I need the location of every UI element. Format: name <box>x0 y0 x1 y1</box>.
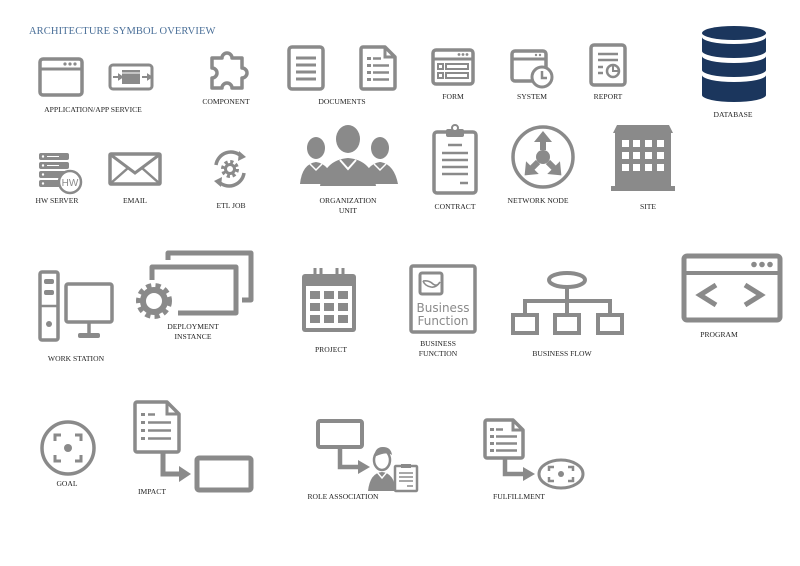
label-contract: CONTRACT <box>434 202 476 211</box>
label-impact: IMPACT <box>138 487 166 496</box>
label-component: COMPONENT <box>202 97 250 106</box>
hierarchy-flow-icon <box>510 270 628 338</box>
label-form: FORM <box>442 92 464 101</box>
label-etl-job: ETL JOB <box>216 201 246 210</box>
business-function-icon-text-1: Business <box>417 301 470 315</box>
label-system: SYSTEM <box>517 92 547 101</box>
calendar-icon <box>300 264 358 334</box>
gear-cycle-icon <box>208 147 252 191</box>
label-documents: DOCUMENTS <box>318 97 366 106</box>
gear-windows-icon <box>132 250 256 324</box>
document-list-icon <box>359 45 397 91</box>
puzzle-piece-icon <box>208 46 254 92</box>
label-role-association: ROLE ASSOCIATION <box>307 492 379 501</box>
label-organization-unit-line2: UNIT <box>338 205 358 215</box>
desktop-computer-icon <box>38 270 116 344</box>
label-organization-unit: ORGANIZATION UNIT <box>320 196 377 215</box>
hw-badge-text: HW <box>62 178 79 189</box>
label-deployment-instance: DEPLOYMENT INSTANCE <box>167 322 218 341</box>
people-group-icon <box>300 124 398 186</box>
form-window-icon <box>431 48 475 86</box>
clipboard-icon <box>432 124 478 195</box>
label-deployment-instance-line1: DEPLOYMENT <box>167 322 219 331</box>
server-stack-icon: HW <box>37 152 85 195</box>
label-database: DATABASE <box>713 110 753 119</box>
envelope-icon <box>108 152 162 186</box>
business-function-icon: Business Function <box>409 264 477 334</box>
document-lines-icon <box>287 45 325 91</box>
label-program: PROGRAM <box>700 330 738 339</box>
label-project: PROJECT <box>314 345 348 354</box>
page-title: ARCHITECTURE SYMBOL OVERVIEW <box>29 26 216 37</box>
label-deployment-instance-line2: INSTANCE <box>174 331 212 341</box>
label-hw-server: HW SERVER <box>35 196 79 205</box>
database-cylinder-icon <box>701 25 767 103</box>
app-service-icon <box>108 63 154 91</box>
report-chart-icon <box>589 43 627 87</box>
label-business-function-line2: FUNCTION <box>418 348 458 358</box>
label-organization-unit-line1: ORGANIZATION <box>319 196 377 205</box>
label-business-flow: BUSINESS FLOW <box>532 349 592 358</box>
label-fulfillment: FULFILLMENT <box>493 492 545 501</box>
document-arrow-box-icon <box>133 400 255 496</box>
box-arrow-person-icon <box>316 419 420 493</box>
label-application: APPLICATION/APP SERVICE <box>44 105 142 114</box>
target-focus-icon <box>39 419 97 477</box>
business-function-icon-text-2: Function <box>417 314 468 328</box>
code-window-icon <box>681 253 783 323</box>
browser-window-icon <box>38 57 84 97</box>
label-work-station: WORK STATION <box>47 354 105 363</box>
label-goal: GOAL <box>56 479 78 488</box>
label-report: REPORT <box>593 92 623 101</box>
window-clock-icon <box>510 49 556 89</box>
building-icon <box>611 125 675 191</box>
label-business-function: BUSINESS FUNCTION <box>419 339 457 358</box>
label-email: EMAIL <box>122 196 148 205</box>
document-arrow-goal-icon <box>483 418 587 492</box>
network-node-icon <box>510 124 576 190</box>
label-network-node: NETWORK NODE <box>507 196 569 205</box>
label-site: SITE <box>639 202 657 211</box>
label-business-function-line1: BUSINESS <box>420 339 456 348</box>
